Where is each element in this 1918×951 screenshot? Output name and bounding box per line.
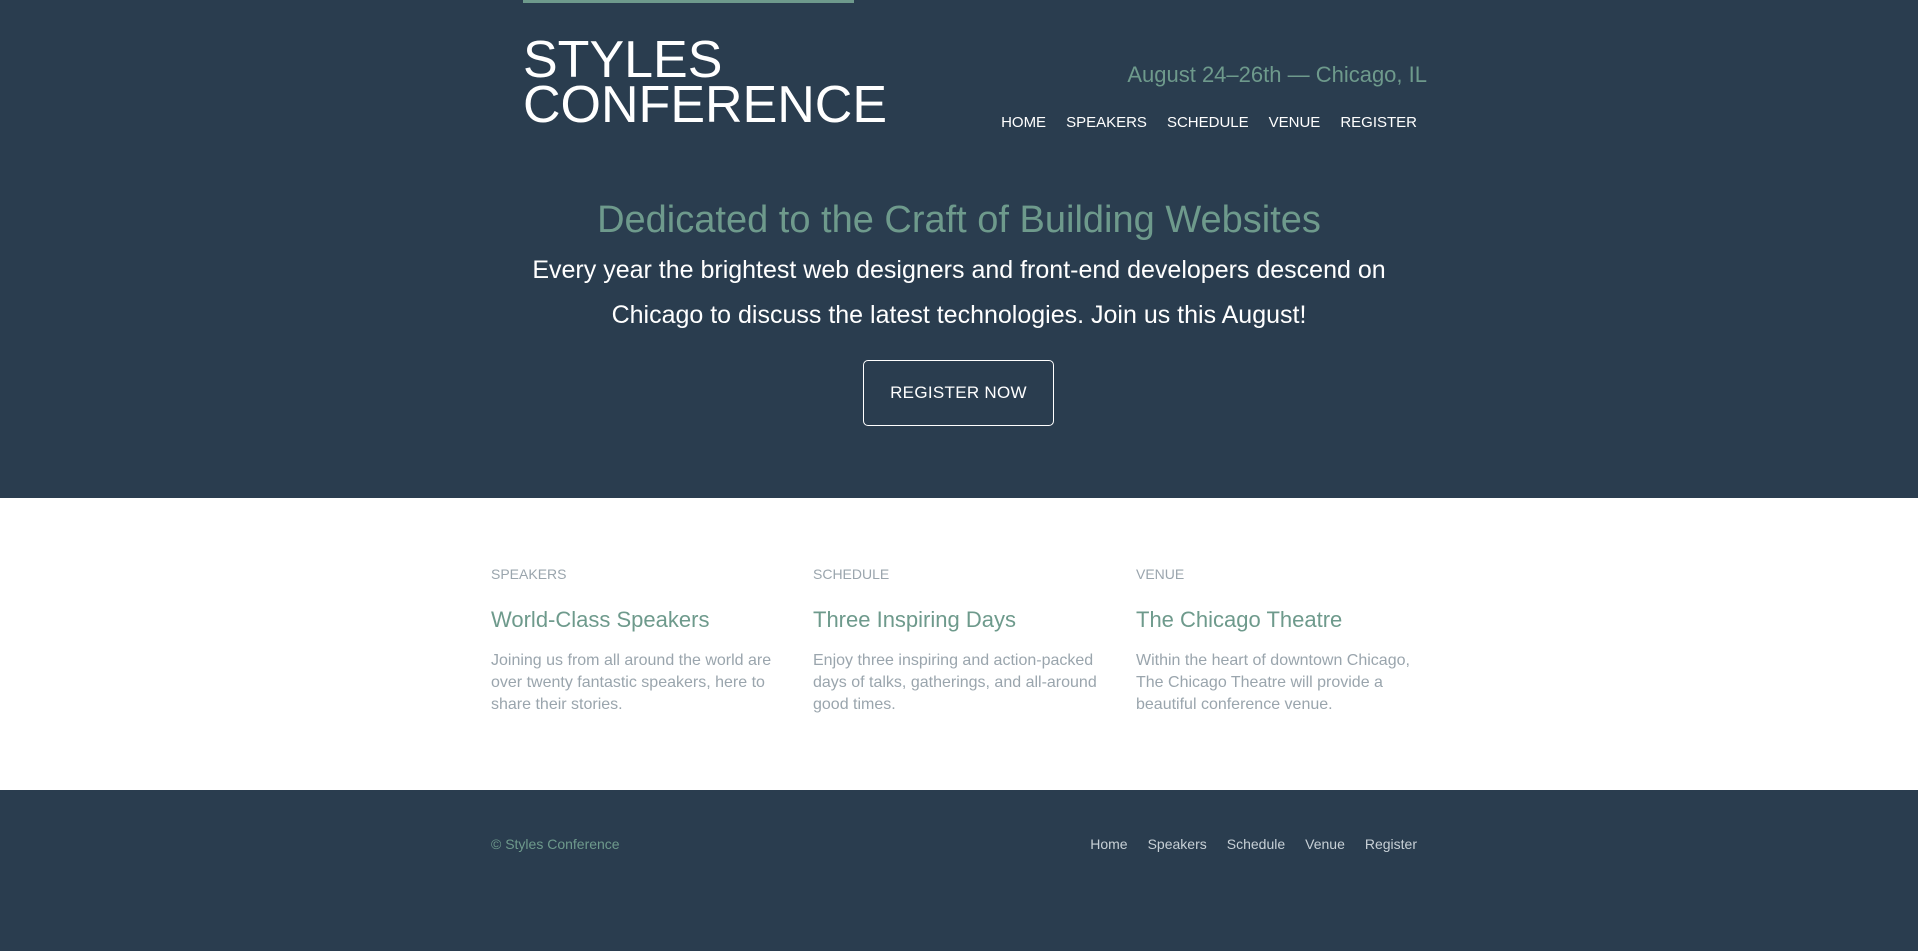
- feature-kicker: SPEAKERS: [491, 566, 567, 582]
- logo-line-2: CONFERENCE: [523, 76, 888, 134]
- footer-nav-register[interactable]: Register: [1355, 836, 1427, 852]
- footer-nav-speakers[interactable]: Speakers: [1138, 836, 1217, 852]
- feature-speakers[interactable]: SPEAKERS World-Class Speakers Joining us…: [491, 566, 783, 716]
- nav-register[interactable]: REGISTER: [1330, 113, 1427, 133]
- feature-description: Joining us from all around the world are…: [491, 652, 772, 713]
- register-now-button[interactable]: REGISTER NOW: [863, 360, 1054, 426]
- nav-venue[interactable]: VENUE: [1259, 113, 1331, 133]
- feature-venue[interactable]: VENUE The Chicago Theatre Within the hea…: [1136, 566, 1428, 716]
- site-logo[interactable]: STYLES CONFERENCE: [523, 34, 888, 134]
- feature-schedule[interactable]: SCHEDULE Three Inspiring Days Enjoy thre…: [813, 566, 1105, 716]
- site-footer: © Styles Conference Home Speakers Schedu…: [0, 790, 1918, 951]
- logo-accent-bar: [523, 0, 854, 3]
- footer-nav-venue[interactable]: Venue: [1295, 836, 1355, 852]
- features-section: SPEAKERS World-Class Speakers Joining us…: [0, 498, 1918, 790]
- footer-nav-home[interactable]: Home: [1080, 836, 1137, 852]
- nav-schedule[interactable]: SCHEDULE: [1157, 113, 1259, 133]
- site-header: STYLES CONFERENCE August 24–26th — Chica…: [0, 0, 1918, 160]
- feature-title: The Chicago Theatre: [1136, 607, 1343, 632]
- feature-kicker: VENUE: [1136, 566, 1185, 582]
- feature-description: Within the heart of downtown Chicago, Th…: [1136, 652, 1410, 713]
- feature-description: Enjoy three inspiring and action-packed …: [813, 652, 1097, 713]
- nav-home[interactable]: HOME: [991, 113, 1056, 133]
- hero-text: Every year the brightest web designers a…: [509, 248, 1409, 338]
- feature-title: World-Class Speakers: [491, 607, 710, 632]
- hero-text-line-2: Chicago to discuss the latest technologi…: [611, 301, 1307, 329]
- nav-speakers[interactable]: SPEAKERS: [1056, 113, 1157, 133]
- hero-section: Dedicated to the Craft of Building Websi…: [0, 160, 1918, 498]
- footer-nav: Home Speakers Schedule Venue Register: [1080, 836, 1427, 852]
- hero-text-line-1: Every year the brightest web designers a…: [532, 256, 1386, 284]
- copyright-text: © Styles Conference: [491, 836, 620, 852]
- feature-title: Three Inspiring Days: [813, 607, 1016, 632]
- primary-nav: HOME SPEAKERS SCHEDULE VENUE REGISTER: [991, 113, 1427, 133]
- hero-title: Dedicated to the Craft of Building Websi…: [597, 199, 1321, 241]
- feature-kicker: SCHEDULE: [813, 566, 890, 582]
- event-dates: August 24–26th — Chicago, IL: [1127, 62, 1427, 87]
- footer-nav-schedule[interactable]: Schedule: [1217, 836, 1295, 852]
